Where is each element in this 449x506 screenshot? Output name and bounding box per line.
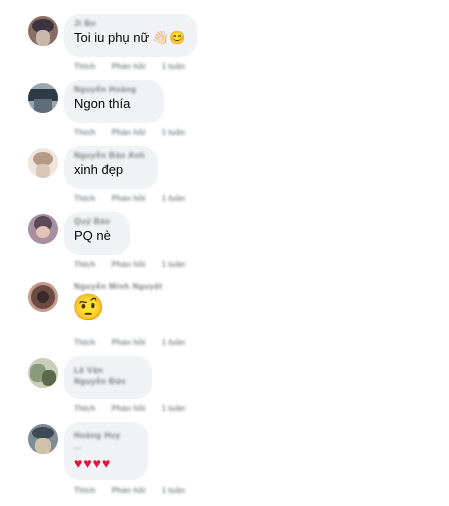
reply-link[interactable]: Phản hồi: [112, 128, 146, 137]
comment-bubble: Ji Bo Toi iu phụ nữ 👋🏻😊: [64, 14, 197, 57]
comment-bubble: Quý Bảo PQ nè: [64, 212, 130, 255]
timestamp[interactable]: 1 tuần: [162, 338, 186, 347]
timestamp[interactable]: 1 tuần: [162, 486, 186, 495]
heart-emojis: ♥♥♥♥: [74, 455, 112, 471]
comment-bubble: Hoàng Huy ... ♥♥♥♥: [64, 422, 148, 480]
comment-bubble: Lê Văn Nguyễn Đức: [64, 356, 152, 399]
comment-bubble: Nguyễn Bảo Anh xinh đẹp: [64, 146, 158, 189]
comment-actions: Thích Phản hồi 1 tuần: [74, 128, 199, 138]
avatar[interactable]: [28, 358, 58, 388]
avatar[interactable]: [28, 214, 58, 244]
avatar[interactable]: [28, 16, 58, 46]
like-link[interactable]: Thích: [74, 404, 95, 413]
comment-author-line2: ...: [74, 442, 83, 451]
like-link[interactable]: Thích: [74, 338, 95, 347]
reply-link[interactable]: Phản hồi: [112, 194, 146, 203]
comment-actions: Thích Phản hồi 1 tuần: [74, 260, 199, 270]
comment-author[interactable]: Nguyễn Minh Nguyệt: [74, 282, 163, 292]
comment-actions: Thích Phản hồi 1 tuần: [74, 194, 199, 204]
comment-text: Toi iu phụ nữ 👋🏻😊: [74, 30, 186, 45]
reply-link[interactable]: Phản hồi: [112, 404, 146, 413]
comment-actions: Thích Phản hồi 1 tuần: [74, 62, 199, 72]
comment-author[interactable]: Hoàng Huy: [74, 430, 138, 441]
comment-actions: Thích Phản hồi 1 tuần: [74, 486, 199, 496]
emoji-reaction: 🤨: [72, 292, 105, 322]
timestamp[interactable]: 1 tuần: [162, 194, 186, 203]
comment-author[interactable]: Nguyễn Hoàng: [74, 85, 154, 95]
timestamp[interactable]: 1 tuần: [162, 62, 186, 71]
comment-author[interactable]: Ji Bo: [74, 19, 187, 29]
reply-link[interactable]: Phản hồi: [112, 338, 146, 347]
reply-link[interactable]: Phản hồi: [112, 62, 146, 71]
timestamp[interactable]: 1 tuần: [162, 404, 186, 413]
comment-body: Nguyễn Minh Nguyệt 🤨: [72, 282, 163, 322]
like-link[interactable]: Thích: [74, 62, 95, 71]
reply-link[interactable]: Phản hồi: [112, 486, 146, 495]
like-link[interactable]: Thích: [74, 128, 95, 137]
comment-actions: Thích Phản hồi 1 tuần: [74, 404, 199, 414]
reply-link[interactable]: Phản hồi: [112, 260, 146, 269]
timestamp[interactable]: 1 tuần: [162, 260, 186, 269]
comment-author[interactable]: Quý Bảo: [74, 217, 120, 227]
timestamp[interactable]: 1 tuần: [162, 128, 186, 137]
avatar[interactable]: [28, 83, 58, 113]
comment-text: Ngon thía: [74, 96, 131, 111]
comment-actions: Thích Phản hồi 1 tuần: [74, 338, 199, 348]
avatar[interactable]: [28, 148, 58, 178]
comment-bubble: Nguyễn Hoàng Ngon thía: [64, 80, 164, 123]
avatar[interactable]: [28, 424, 58, 454]
like-link[interactable]: Thích: [74, 260, 95, 269]
comment-author-line2: Nguyễn Đức: [74, 377, 127, 386]
like-link[interactable]: Thích: [74, 194, 95, 203]
comment-author[interactable]: Lê Văn: [74, 365, 142, 376]
avatar[interactable]: [28, 282, 58, 312]
comment-text: xinh đẹp: [74, 162, 124, 177]
like-link[interactable]: Thích: [74, 486, 95, 495]
comment-text: PQ nè: [74, 228, 111, 243]
comment-author[interactable]: Nguyễn Bảo Anh: [74, 151, 148, 161]
